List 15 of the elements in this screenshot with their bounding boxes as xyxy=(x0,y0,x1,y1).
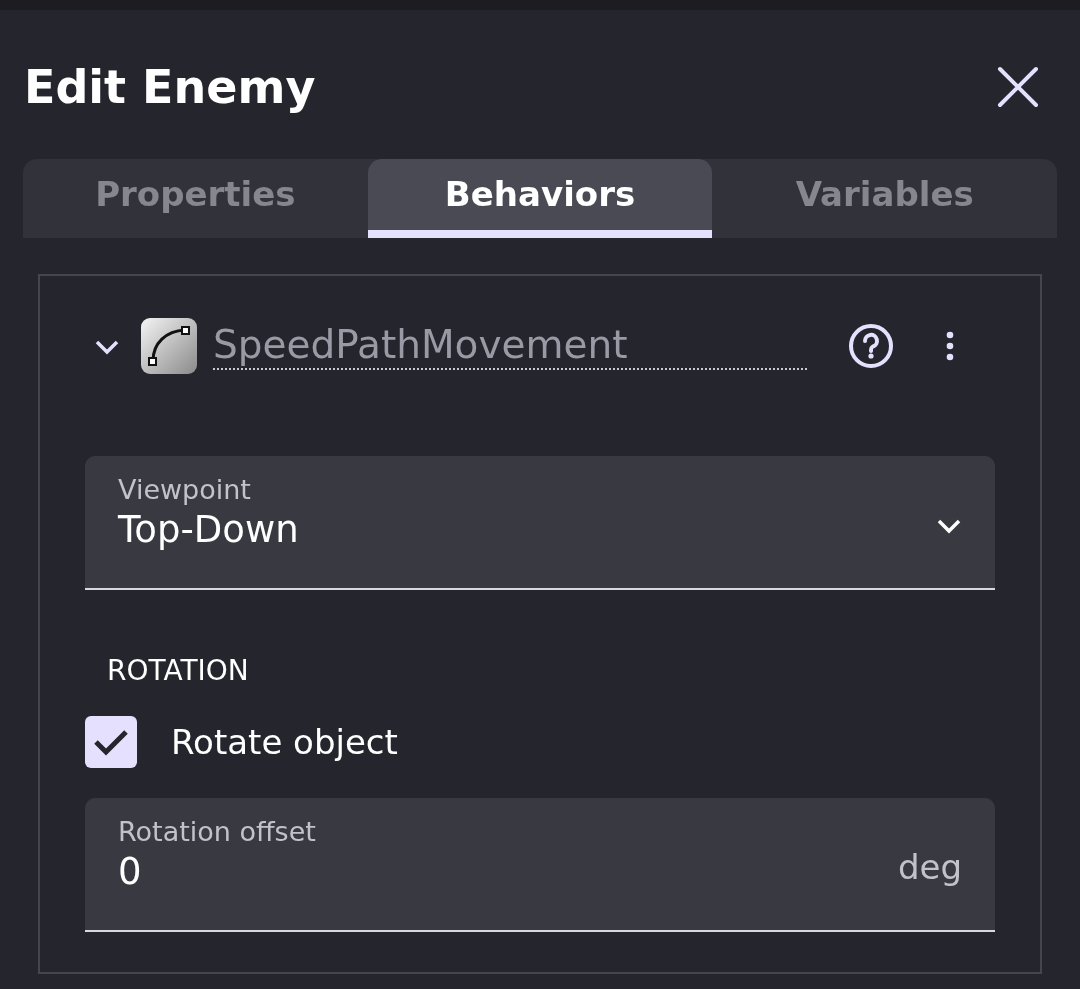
viewpoint-select[interactable]: Viewpoint Top-Down xyxy=(85,456,995,590)
section-heading: ROTATION xyxy=(107,653,250,689)
checkbox-label: Rotate object xyxy=(171,720,398,764)
close-button[interactable] xyxy=(996,65,1040,109)
help-icon[interactable] xyxy=(847,322,895,370)
more-options-icon[interactable] xyxy=(945,331,955,361)
tab[interactable]: Variables xyxy=(712,159,1057,238)
curve-icon xyxy=(141,318,197,374)
tab[interactable]: Properties xyxy=(23,159,368,238)
behavior-name[interactable]: SpeedPathMovement xyxy=(213,321,807,371)
checkbox[interactable] xyxy=(85,716,137,768)
chevron-down-icon xyxy=(936,518,962,534)
rotation-offset-field[interactable]: Rotation offset 0 deg xyxy=(85,798,995,932)
checkmark-icon xyxy=(93,728,129,756)
tab[interactable]: Behaviors xyxy=(367,159,713,238)
